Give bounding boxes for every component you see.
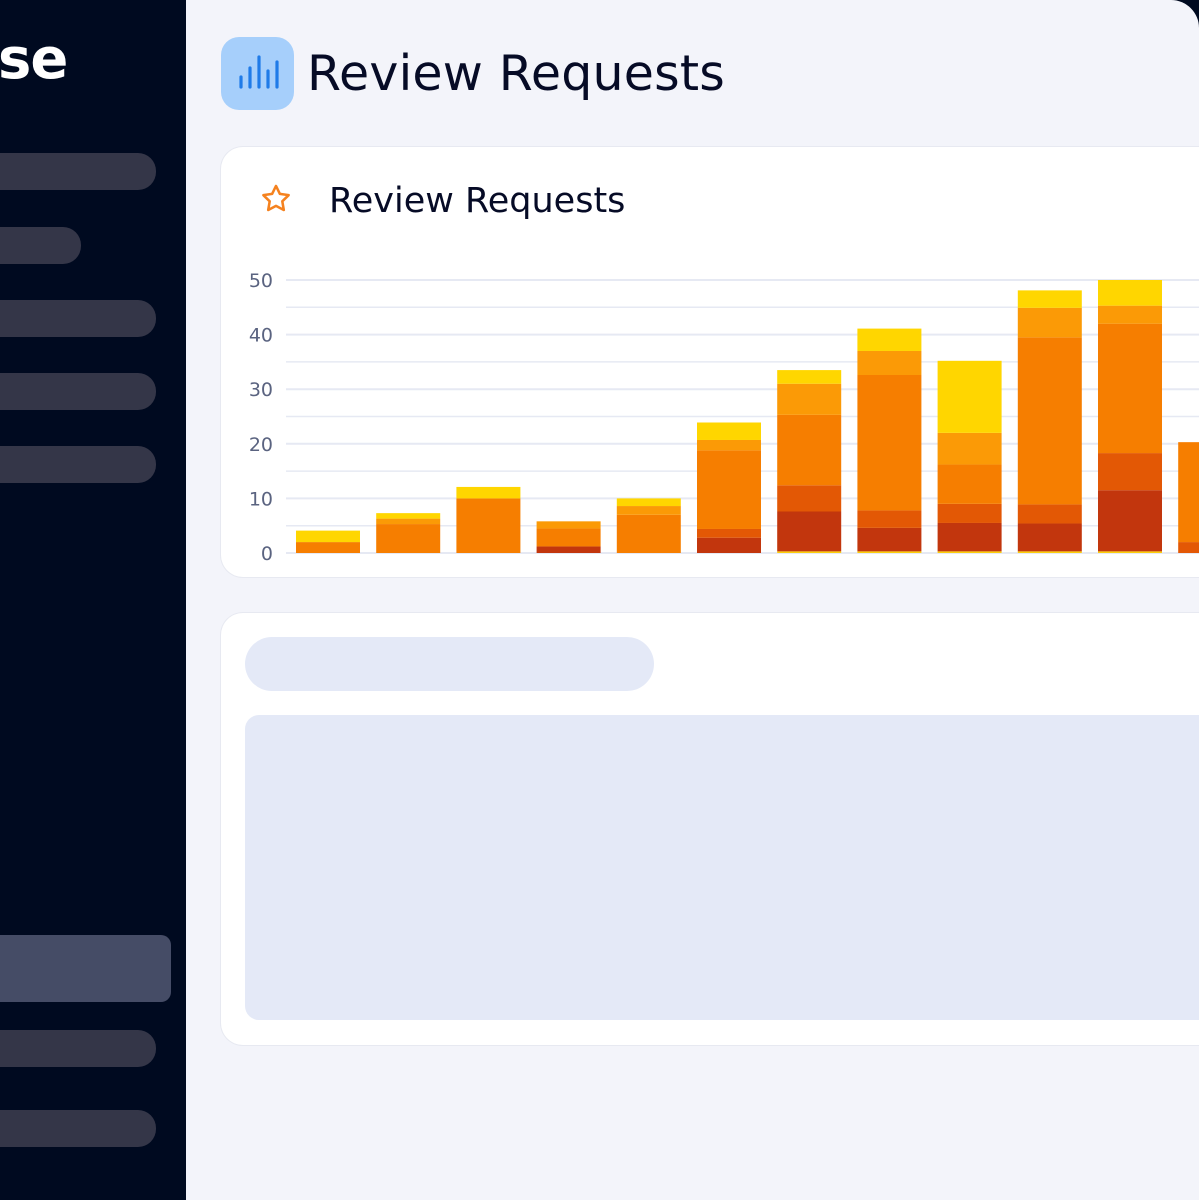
bar-segment[interactable]	[777, 551, 842, 553]
bar-segment[interactable]	[1017, 551, 1082, 553]
sidebar-item-7[interactable]	[0, 1030, 156, 1067]
y-tick-label: 20	[249, 434, 273, 456]
bar-segment[interactable]	[857, 527, 922, 552]
sidebar-item-2[interactable]	[0, 227, 81, 264]
bar-segment[interactable]	[937, 360, 1002, 433]
bar-segment[interactable]	[376, 513, 441, 519]
sidebar-item-5[interactable]	[0, 446, 156, 483]
review-requests-chart: 0 10 20 30 40 50	[249, 270, 1199, 565]
bar-segment[interactable]	[1098, 305, 1162, 324]
bar-segment[interactable]	[616, 506, 681, 515]
bar-segment[interactable]	[857, 328, 922, 351]
page-header: Review Requests	[221, 36, 725, 110]
y-tick-label: 30	[249, 379, 273, 401]
bar-segment[interactable]	[777, 485, 842, 512]
bar-segment[interactable]	[697, 422, 761, 440]
skeleton-title-placeholder	[245, 637, 654, 691]
bar-segment[interactable]	[777, 511, 842, 552]
bar-segment[interactable]	[1178, 542, 1199, 553]
y-tick-label: 0	[261, 543, 273, 565]
bar-segment[interactable]	[1178, 442, 1199, 543]
bar-segment[interactable]	[777, 370, 842, 384]
bar-segment[interactable]	[937, 503, 1002, 523]
bar-segment[interactable]	[1017, 290, 1082, 308]
bar-segment[interactable]	[937, 432, 1002, 465]
bar-segment[interactable]	[937, 551, 1002, 553]
bar-segment[interactable]	[376, 524, 441, 553]
y-tick-label: 10	[249, 488, 273, 510]
bar-segment[interactable]	[536, 546, 601, 553]
bar-segment[interactable]	[536, 528, 601, 547]
bar-segment[interactable]	[1098, 453, 1162, 491]
bar-segment[interactable]	[1017, 504, 1082, 524]
bar-chart-icon	[221, 36, 294, 110]
sidebar-item-4[interactable]	[0, 373, 156, 410]
bar-segment[interactable]	[1017, 523, 1082, 552]
bar-segment[interactable]	[857, 510, 922, 528]
sidebar-item-1[interactable]	[0, 153, 156, 190]
bar-segment[interactable]	[697, 537, 761, 553]
sidebar-item-3[interactable]	[0, 300, 156, 337]
bar-segment[interactable]	[456, 498, 521, 553]
bar-segment[interactable]	[1098, 323, 1162, 454]
bar-segment[interactable]	[1098, 551, 1162, 553]
bar-segment[interactable]	[937, 464, 1002, 504]
brand-logo-text: se	[0, 27, 68, 92]
loading-card	[221, 613, 1199, 1045]
bar-segment[interactable]	[857, 375, 922, 511]
bar-segment[interactable]	[296, 530, 360, 543]
bar-segment[interactable]	[777, 383, 842, 415]
bar-segment[interactable]	[456, 486, 521, 499]
bar-segment[interactable]	[697, 450, 761, 529]
sidebar-item-active[interactable]	[0, 935, 171, 1002]
bar-segment[interactable]	[1098, 280, 1162, 306]
bar-segment[interactable]	[697, 528, 761, 538]
bar-segment[interactable]	[536, 521, 601, 529]
chart-card: Review Requests 0 10 20 30 40 50	[221, 147, 1199, 577]
bar-segment[interactable]	[616, 514, 681, 553]
bar-segment[interactable]	[937, 522, 1002, 552]
bar-segment[interactable]	[1017, 307, 1082, 338]
main-content: Review Requests Review Requests 0 10 20 30 4…	[186, 0, 1199, 1200]
bar-segment[interactable]	[296, 542, 360, 553]
page-title: Review Requests	[307, 44, 725, 102]
bar-segment[interactable]	[376, 518, 441, 525]
sidebar-item-8[interactable]	[0, 1110, 156, 1147]
bar-segment[interactable]	[1098, 490, 1162, 552]
y-tick-label: 40	[249, 325, 273, 347]
bar-segment[interactable]	[777, 414, 842, 486]
bar-segment[interactable]	[857, 350, 922, 376]
bar-segment[interactable]	[697, 439, 761, 451]
bar-segment[interactable]	[616, 498, 681, 507]
y-tick-label: 50	[249, 270, 273, 292]
sidebar: se	[0, 0, 186, 1200]
bar-segment[interactable]	[857, 551, 922, 553]
skeleton-content-placeholder	[245, 715, 1199, 1020]
bar-segment[interactable]	[1017, 337, 1082, 505]
